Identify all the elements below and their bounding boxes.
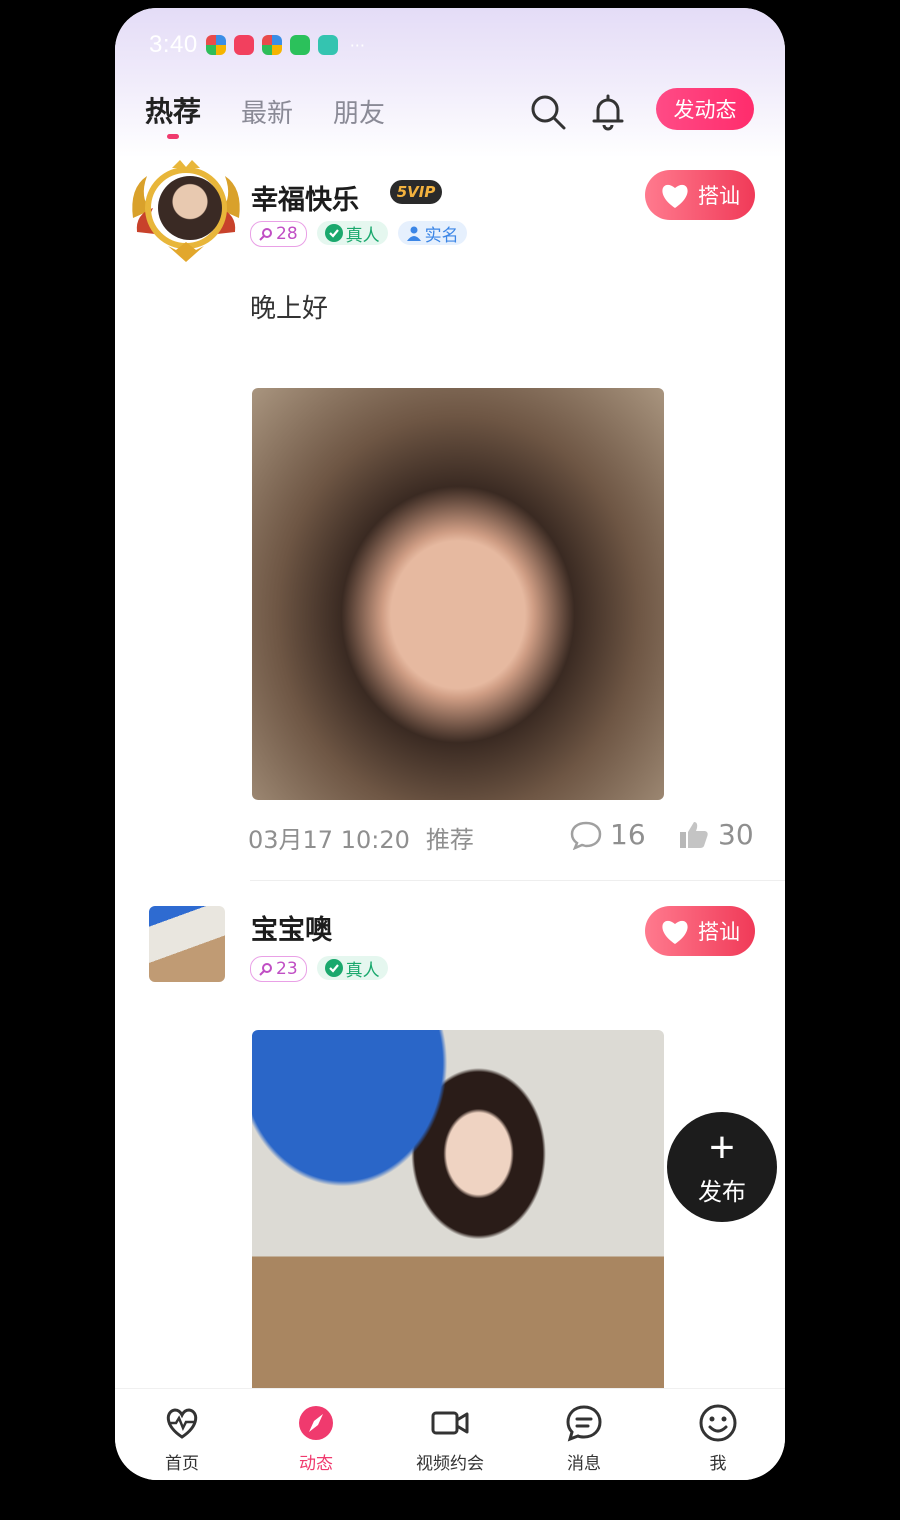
age-value: 28: [276, 224, 298, 244]
plus-icon: +: [709, 1122, 735, 1172]
status-time: 3:40: [149, 31, 198, 58]
search-icon[interactable]: [528, 92, 568, 132]
app-notification-icon: [205, 35, 226, 55]
app-notification-icon: [261, 35, 282, 55]
post-divider: [250, 880, 785, 881]
real-person-badge: 真人: [316, 956, 388, 981]
username[interactable]: 幸福快乐: [251, 178, 359, 217]
heart-icon: [662, 184, 688, 208]
status-bar: 3:40 ···: [149, 30, 365, 60]
vip-level: 5: [396, 183, 408, 201]
tab-recommended[interactable]: 热荐: [145, 90, 201, 139]
nav-item-home[interactable]: 首页: [115, 1389, 249, 1480]
real-person-badge: 真人: [316, 221, 388, 246]
person-icon: [406, 226, 421, 241]
nav-item-moments[interactable]: 动态: [249, 1389, 383, 1480]
phone-screen: 3:40 ··· 热荐 最新 朋友 发动态 幸福快乐 5 VIP 28 真人 实…: [115, 8, 785, 1480]
nav-label: 我: [709, 1454, 727, 1474]
nav-item-messages[interactable]: 消息: [517, 1389, 651, 1480]
nav-label: 动态: [299, 1454, 333, 1474]
like-count[interactable]: 30: [678, 818, 754, 851]
like-count-value: 30: [718, 818, 754, 851]
feed-tabs: 热荐 最新 朋友: [145, 90, 385, 139]
user-badges: 28 真人 实名: [250, 221, 467, 247]
greet-label: 搭讪: [698, 921, 740, 944]
age-badge: 28: [250, 221, 307, 247]
post-text: 晚上好: [250, 294, 329, 324]
username[interactable]: 宝宝噢: [251, 908, 332, 947]
post-photo[interactable]: [252, 1030, 664, 1388]
check-circle-icon: [324, 224, 343, 242]
avatar-photo: [158, 176, 222, 240]
user-badges: 23 真人: [250, 956, 388, 982]
greet-button[interactable]: 搭讪: [645, 170, 755, 220]
realname-label: 实名: [424, 225, 459, 246]
post-time: 03月17 10:20: [248, 826, 410, 854]
nav-label: 视频约会: [416, 1454, 484, 1474]
avatar[interactable]: [149, 906, 225, 982]
heart-icon: [662, 920, 688, 944]
vip-badge: 5 VIP: [390, 180, 442, 204]
check-circle-icon: [324, 959, 343, 977]
publish-fab-button[interactable]: + 发布: [667, 1112, 777, 1222]
greet-label: 搭讪: [698, 185, 740, 208]
avatar[interactable]: [125, 158, 247, 268]
post-meta: 03月17 10:20 推荐: [248, 820, 474, 855]
post-photo[interactable]: [252, 388, 664, 800]
post-moment-button[interactable]: 发动态: [656, 88, 754, 130]
tab-latest[interactable]: 最新: [241, 93, 293, 130]
tab-friends[interactable]: 朋友: [333, 93, 385, 130]
age-badge: 23: [250, 956, 307, 982]
nav-label: 消息: [567, 1454, 601, 1474]
comment-count-value: 16: [610, 818, 646, 851]
greet-button[interactable]: 搭讪: [645, 906, 755, 956]
female-symbol-icon: [259, 228, 272, 241]
comment-count[interactable]: 16: [570, 818, 646, 851]
app-notification-icon: [317, 35, 338, 55]
compass-icon: [299, 1406, 333, 1440]
comment-icon: [570, 821, 602, 850]
chat-icon: [566, 1405, 602, 1442]
thumbs-up-icon: [680, 821, 708, 848]
realname-badge: 实名: [397, 221, 467, 246]
bottom-nav: 首页 动态 视频约会 消息 我: [115, 1388, 785, 1480]
bell-icon[interactable]: [588, 92, 628, 132]
real-person-label: 真人: [345, 225, 380, 246]
publish-label: 发布: [698, 1178, 746, 1206]
nav-item-me[interactable]: 我: [651, 1389, 785, 1480]
video-camera-icon: [431, 1411, 469, 1435]
smile-icon: [699, 1404, 737, 1442]
nav-item-video-dating[interactable]: 视频约会: [383, 1389, 517, 1480]
female-symbol-icon: [259, 963, 272, 976]
heartbeat-icon: [166, 1408, 198, 1439]
nav-label: 首页: [165, 1454, 199, 1474]
real-person-label: 真人: [345, 960, 380, 981]
more-dots-icon: ···: [349, 35, 365, 55]
app-notification-icon: [233, 35, 254, 55]
post-tag: 推荐: [425, 826, 474, 854]
wechat-icon: [289, 35, 310, 55]
age-value: 23: [276, 959, 298, 979]
